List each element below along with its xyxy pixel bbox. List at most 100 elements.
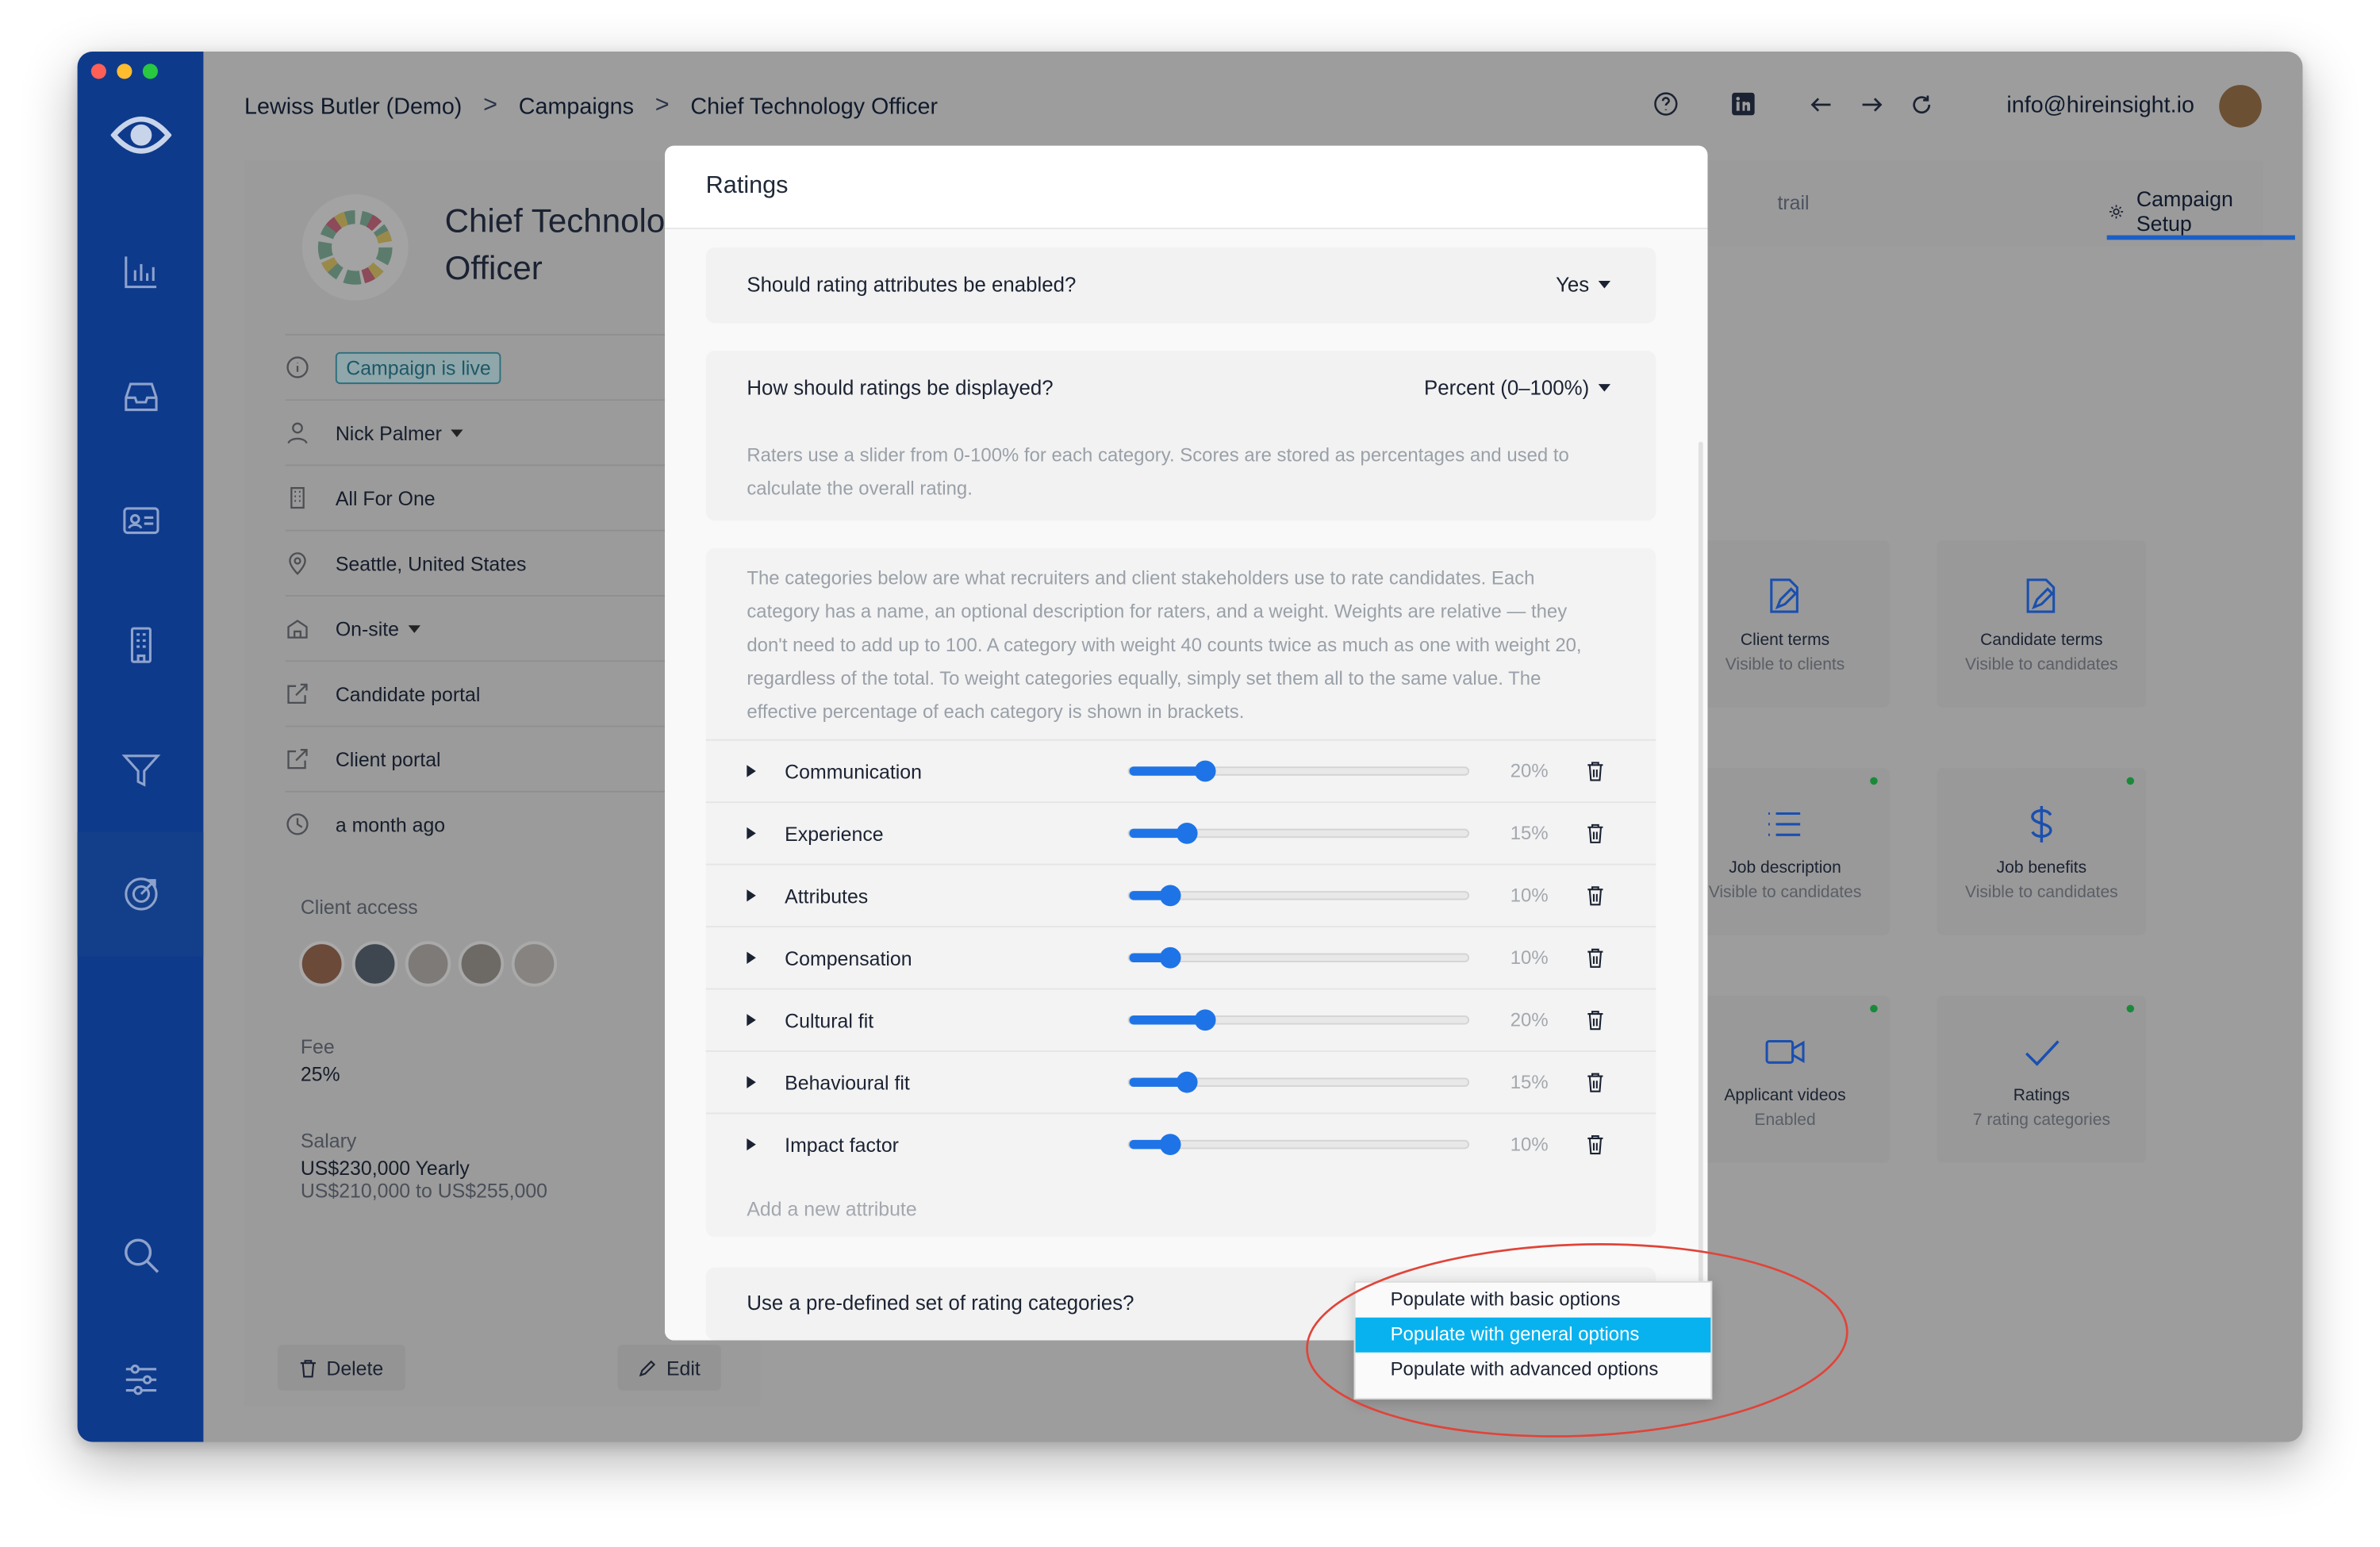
- user-avatar[interactable]: [2219, 85, 2262, 128]
- client-avatar[interactable]: [298, 941, 345, 987]
- expand-triangle-icon[interactable]: [747, 951, 756, 964]
- tile-title: Ratings: [2013, 1086, 2071, 1105]
- tile-applicant-videos[interactable]: Applicant videos Enabled: [1680, 996, 1891, 1163]
- weight-slider[interactable]: [1127, 760, 1470, 782]
- tile-subtitle: 7 rating categories: [1972, 1111, 2110, 1130]
- app-logo-icon[interactable]: [110, 109, 172, 161]
- enable-ratings-value: Yes: [1556, 273, 1590, 297]
- add-attribute-input[interactable]: Add a new attribute: [747, 1198, 916, 1221]
- client-avatar[interactable]: [511, 941, 558, 987]
- active-tab-indicator: [2106, 235, 2295, 240]
- back-icon[interactable]: [1808, 91, 1834, 117]
- tile-candidate-terms[interactable]: Candidate terms Visible to candidates: [1937, 540, 2147, 708]
- slider-handle[interactable]: [1159, 1134, 1181, 1156]
- trash-icon[interactable]: [1586, 885, 1604, 906]
- weight-slider[interactable]: [1127, 885, 1470, 907]
- trash-icon[interactable]: [1586, 947, 1604, 969]
- slider-handle[interactable]: [1194, 1009, 1216, 1031]
- expand-triangle-icon[interactable]: [747, 1076, 756, 1088]
- tile-subtitle: Visible to candidates: [1965, 883, 2118, 902]
- trash-icon[interactable]: [1586, 1009, 1604, 1031]
- tile-subtitle: Visible to clients: [1725, 655, 1845, 674]
- expand-triangle-icon[interactable]: [747, 827, 756, 840]
- tile-client-terms[interactable]: Client terms Visible to clients: [1680, 540, 1891, 708]
- sidebar-item-campaigns[interactable]: [77, 831, 204, 957]
- attribute-name[interactable]: Behavioural fit: [785, 1071, 910, 1094]
- attribute-percent: 10%: [1510, 885, 1549, 907]
- breadcrumb-separator: >: [483, 92, 498, 119]
- option-general[interactable]: Populate with general options: [1355, 1317, 1711, 1353]
- sidebar-item-pipeline[interactable]: [78, 708, 204, 832]
- display-mode-select[interactable]: Percent (0–100%): [1424, 376, 1611, 399]
- tile-job-description[interactable]: Job description Visible to candidates: [1680, 768, 1891, 935]
- enable-ratings-select[interactable]: Yes: [1556, 273, 1611, 297]
- close-window-button[interactable]: [90, 63, 106, 79]
- attribute-name[interactable]: Impact factor: [785, 1133, 899, 1156]
- attribute-name[interactable]: Compensation: [785, 946, 912, 969]
- client-avatar[interactable]: [351, 941, 398, 987]
- refresh-icon[interactable]: [1908, 91, 1934, 117]
- candidate-portal-link[interactable]: Candidate portal: [336, 682, 481, 705]
- slider-handle[interactable]: [1176, 1071, 1198, 1093]
- weight-slider[interactable]: [1127, 823, 1470, 844]
- user-icon: [287, 422, 308, 444]
- trash-icon[interactable]: [1586, 761, 1604, 782]
- breadcrumb: Lewiss Butler (Demo) > Campaigns > Chief…: [244, 93, 938, 120]
- help-icon[interactable]: [1653, 91, 1679, 117]
- expand-triangle-icon[interactable]: [747, 889, 756, 902]
- sidebar-item-inbox[interactable]: [78, 334, 204, 459]
- attribute-name[interactable]: Cultural fit: [785, 1008, 873, 1031]
- tile-subtitle: Enabled: [1754, 1111, 1816, 1130]
- pencil-icon: [639, 1360, 656, 1377]
- weight-slider[interactable]: [1127, 946, 1470, 969]
- minimize-window-button[interactable]: [117, 63, 132, 79]
- trash-icon[interactable]: [1586, 1134, 1604, 1155]
- predefined-label: Use a pre-defined set of rating categori…: [747, 1292, 1134, 1315]
- video-icon: [1765, 1039, 1805, 1064]
- client-portal-link[interactable]: Client portal: [336, 747, 441, 770]
- weight-slider[interactable]: [1127, 1071, 1470, 1093]
- tile-ratings[interactable]: Ratings 7 rating categories: [1937, 996, 2147, 1163]
- slider-handle[interactable]: [1159, 885, 1181, 907]
- weight-slider[interactable]: [1127, 1134, 1470, 1156]
- modal-scrollbar[interactable]: [1698, 441, 1703, 1322]
- delete-button[interactable]: Delete: [278, 1345, 405, 1391]
- sidebar-item-search[interactable]: [78, 1193, 204, 1318]
- tab-audit-trail[interactable]: trail: [1777, 191, 1809, 214]
- breadcrumb-campaigns[interactable]: Campaigns: [519, 94, 634, 120]
- attribute-name[interactable]: Experience: [785, 822, 883, 845]
- slider-handle[interactable]: [1194, 760, 1216, 782]
- clock-icon: [286, 813, 309, 835]
- sidebar-item-contacts[interactable]: [78, 459, 204, 583]
- weight-slider[interactable]: [1127, 1009, 1470, 1031]
- slider-handle[interactable]: [1159, 946, 1181, 969]
- client-avatar[interactable]: [458, 941, 505, 987]
- sidebar-item-analytics[interactable]: [78, 209, 204, 334]
- attribute-name[interactable]: Communication: [785, 760, 922, 783]
- status-badge[interactable]: Campaign is live: [335, 351, 502, 384]
- breadcrumb-org[interactable]: Lewiss Butler (Demo): [244, 94, 462, 120]
- trash-icon[interactable]: [1586, 1072, 1604, 1093]
- info-icon: [286, 356, 309, 378]
- slider-handle[interactable]: [1176, 823, 1198, 844]
- expand-triangle-icon[interactable]: [747, 1014, 756, 1027]
- user-email[interactable]: info@hireinsight.io: [2006, 93, 2194, 119]
- trash-icon[interactable]: [1586, 823, 1604, 844]
- sidebar-item-settings[interactable]: [78, 1318, 204, 1442]
- edit-button[interactable]: Edit: [617, 1345, 722, 1391]
- screenshot-stage: Lewiss Butler (Demo) > Campaigns > Chief…: [0, 0, 2380, 1547]
- sidebar-item-companies[interactable]: [78, 583, 204, 708]
- tab-campaign-setup[interactable]: Campaign Setup: [2109, 186, 2263, 236]
- attribute-name[interactable]: Attributes: [785, 884, 868, 907]
- forward-icon[interactable]: [1858, 91, 1884, 117]
- tile-job-benefits[interactable]: Job benefits Visible to candidates: [1937, 768, 2147, 935]
- linkedin-icon[interactable]: [1730, 91, 1756, 117]
- display-mode-card: How should ratings be displayed? Percent…: [705, 350, 1656, 521]
- expand-triangle-icon[interactable]: [747, 1138, 756, 1151]
- client-avatar[interactable]: [405, 941, 451, 987]
- zoom-window-button[interactable]: [142, 63, 158, 79]
- option-basic[interactable]: Populate with basic options: [1356, 1283, 1711, 1318]
- option-advanced[interactable]: Populate with advanced options: [1356, 1353, 1711, 1388]
- fee-label: Fee: [300, 1035, 335, 1058]
- expand-triangle-icon[interactable]: [747, 765, 756, 777]
